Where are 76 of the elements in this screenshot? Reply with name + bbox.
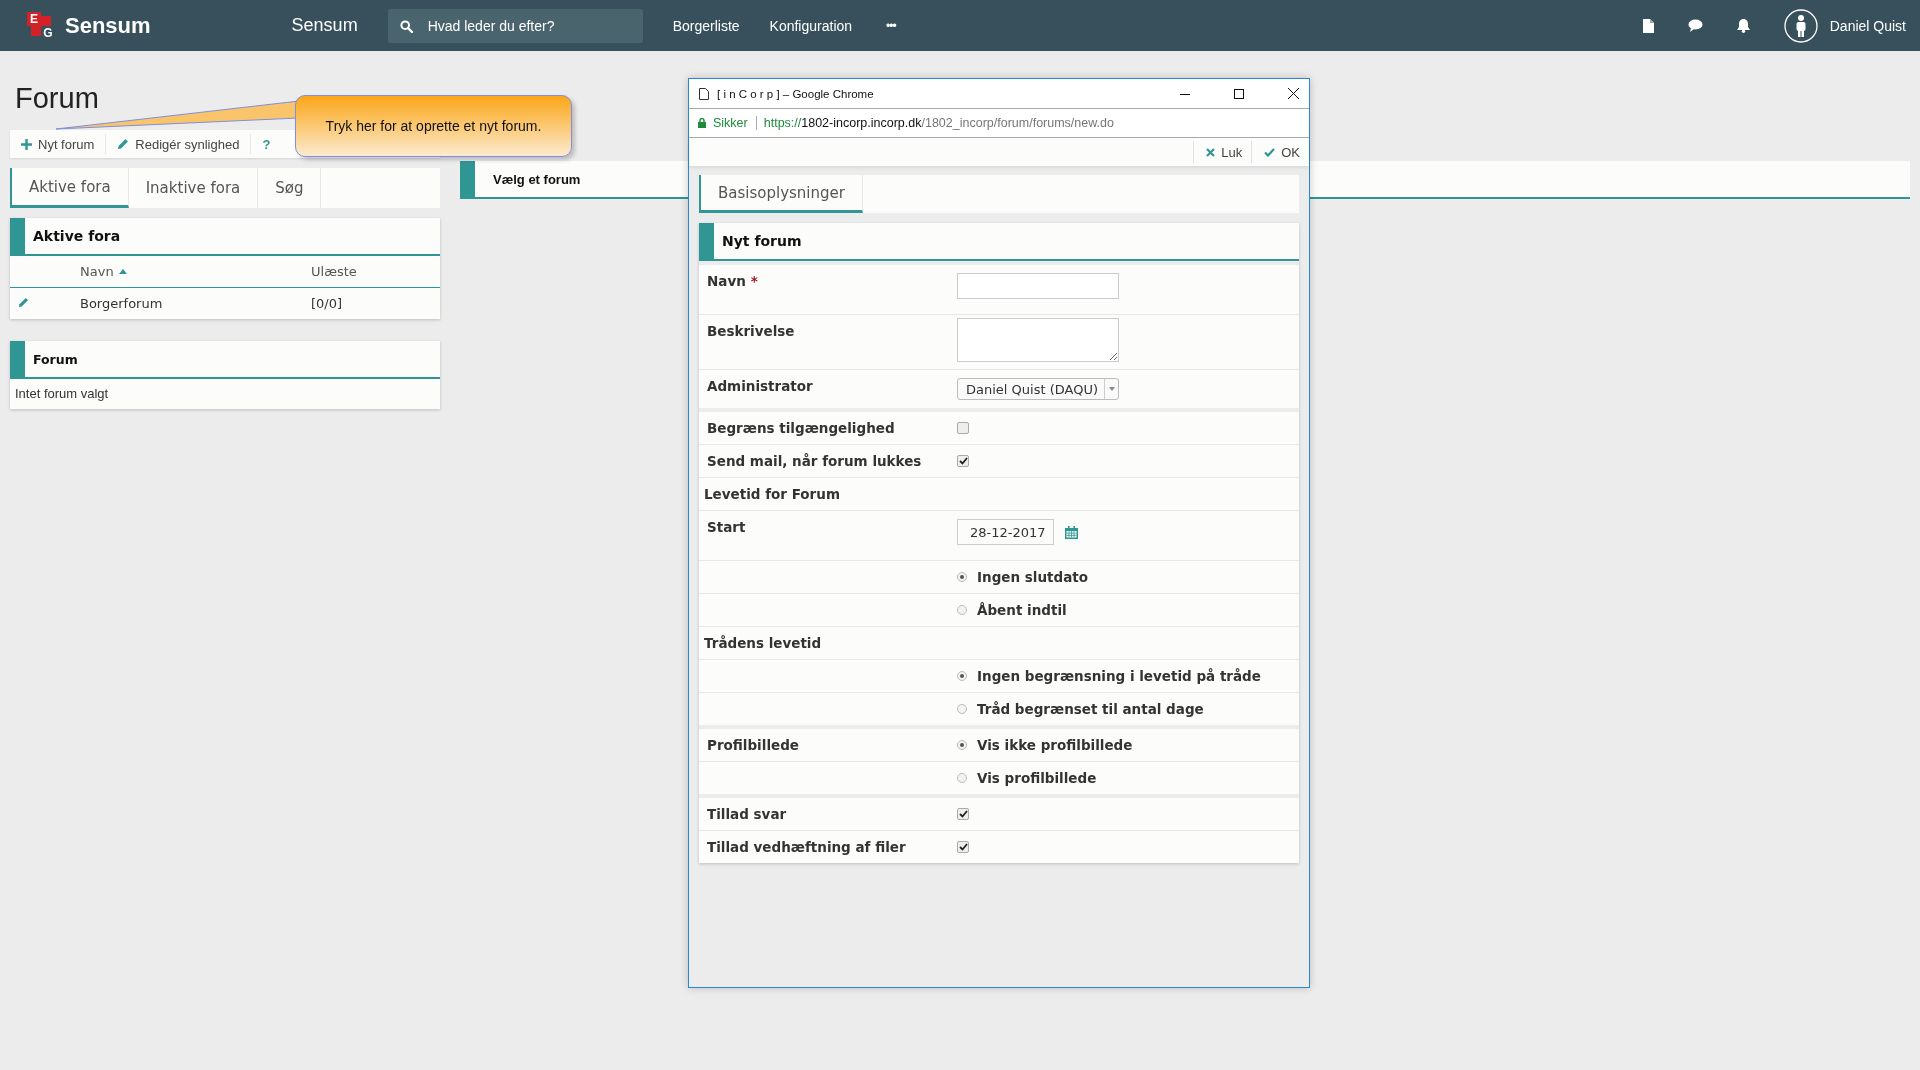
column-header[interactable]: Navn bbox=[80, 264, 311, 279]
radio-label[interactable]: Åbent indtil bbox=[977, 602, 1067, 618]
nav-link[interactable]: Borgerliste bbox=[672, 17, 740, 34]
radio-label[interactable]: Ingen begrænsning i levetid på tråde bbox=[977, 668, 1261, 684]
toolbar-button[interactable]: Nyt forum bbox=[10, 134, 107, 154]
toolbar-button[interactable]: Redigér synlighed bbox=[106, 134, 252, 154]
security-label: Sikker bbox=[713, 116, 757, 130]
calendar-icon[interactable] bbox=[1065, 525, 1078, 539]
checkbox[interactable] bbox=[957, 841, 969, 853]
radio-label[interactable]: Tråd begrænset til antal dage bbox=[977, 701, 1204, 717]
radio-button[interactable] bbox=[957, 671, 967, 681]
field-label: Start bbox=[707, 519, 746, 535]
action-button[interactable]: Luk bbox=[1193, 141, 1252, 163]
tab[interactable]: Inaktive fora bbox=[128, 168, 259, 208]
window-title: [ i n C o r p ] – Google Chrome bbox=[717, 87, 874, 100]
user-name[interactable]: Daniel Quist bbox=[1829, 17, 1906, 34]
close-icon bbox=[1206, 147, 1216, 157]
field-label: Administrator bbox=[707, 378, 813, 394]
page-title: Forum bbox=[15, 82, 99, 116]
input-field[interactable] bbox=[957, 273, 1119, 299]
page-icon bbox=[699, 87, 709, 100]
checkbox[interactable] bbox=[957, 808, 969, 820]
tab[interactable]: Søg bbox=[258, 168, 322, 208]
checkbox[interactable] bbox=[957, 455, 969, 467]
section-heading: Levetid for Forum bbox=[703, 485, 840, 502]
nav-link[interactable]: Konfiguration bbox=[769, 17, 853, 34]
radio-button[interactable] bbox=[957, 704, 967, 714]
search-icon bbox=[399, 19, 413, 33]
radio-label[interactable]: Vis profilbillede bbox=[977, 770, 1097, 786]
radio-button[interactable] bbox=[957, 773, 967, 783]
url-text: https://1802-incorp.incorp.dk/1802_incorp/forum/forums/new.do bbox=[763, 116, 1114, 130]
document-icon[interactable] bbox=[1642, 18, 1654, 33]
form-title: Nyt forum bbox=[722, 233, 802, 249]
section-heading: Trådens levetid bbox=[703, 634, 822, 651]
app-title: Sensum bbox=[291, 15, 358, 36]
panel-title: Forum bbox=[33, 351, 78, 367]
check-icon bbox=[1264, 147, 1276, 157]
required-mark: * bbox=[750, 273, 758, 289]
field-label: Begræns tilgængelighed bbox=[707, 420, 895, 436]
checkbox[interactable] bbox=[957, 422, 969, 434]
panel-title: Aktive fora bbox=[33, 228, 121, 244]
tooltip-callout: Tryk her for at oprette et nyt forum. bbox=[295, 95, 572, 157]
tab[interactable]: Basisoplysninger bbox=[699, 175, 863, 213]
field-label: Beskrivelse bbox=[707, 323, 795, 339]
more-button[interactable]: ••• bbox=[880, 17, 902, 34]
caret-icon bbox=[1108, 387, 1115, 391]
column-header[interactable]: Ulæste bbox=[311, 264, 357, 279]
edit-icon[interactable] bbox=[18, 297, 29, 308]
radio-button[interactable] bbox=[957, 605, 967, 615]
field-label: Send mail, når forum lukkes bbox=[707, 453, 922, 469]
chat-icon[interactable] bbox=[1687, 19, 1703, 32]
radio-button[interactable] bbox=[957, 572, 967, 582]
bell-icon[interactable] bbox=[1736, 18, 1750, 33]
tab[interactable]: Aktive fora bbox=[10, 168, 129, 208]
radio-label[interactable]: Ingen slutdato bbox=[977, 569, 1088, 585]
maximize-icon[interactable] bbox=[1234, 88, 1244, 99]
date-field[interactable]: 28-12-2017 bbox=[957, 519, 1054, 545]
dropdown[interactable]: Daniel Quist (DAQU) bbox=[957, 378, 1119, 400]
field-label: Navn bbox=[707, 273, 746, 289]
logo-text: Sensum bbox=[65, 12, 151, 39]
plus-icon bbox=[21, 138, 32, 150]
empty-message: Intet forum valgt bbox=[14, 385, 110, 403]
search-field[interactable]: Hvad leder du efter? bbox=[387, 8, 643, 43]
field-label: Profilbillede bbox=[707, 737, 799, 753]
radio-label[interactable]: Vis ikke profilbillede bbox=[977, 737, 1133, 753]
radio-button[interactable] bbox=[957, 740, 967, 750]
field-label: Tillad vedhæftning af filer bbox=[707, 839, 906, 855]
panel-title: Vælg et forum bbox=[493, 171, 581, 187]
field-label: Tillad svar bbox=[707, 806, 787, 822]
avatar-icon[interactable] bbox=[1783, 8, 1818, 43]
lock-icon bbox=[698, 118, 706, 128]
table-cell: [0/0] bbox=[311, 296, 343, 311]
pencil-icon bbox=[117, 138, 130, 150]
table-cell[interactable]: Borgerforum bbox=[80, 296, 311, 311]
close-icon[interactable] bbox=[1288, 88, 1299, 99]
action-button[interactable]: OK bbox=[1251, 141, 1309, 163]
